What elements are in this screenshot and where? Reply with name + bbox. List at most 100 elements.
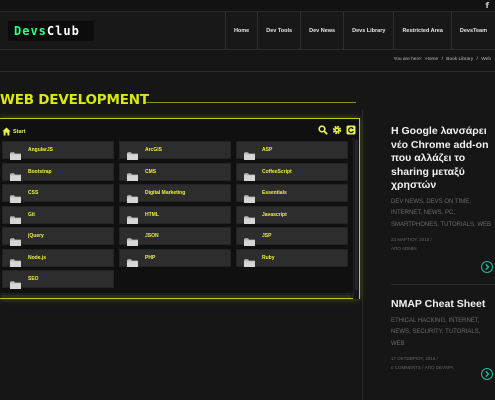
folder-item[interactable]: ASP — [236, 141, 348, 160]
post-author[interactable]: 0 COMMENTS / ΑΠΟ DEVSPA — [391, 365, 454, 370]
folder-label: HTML — [145, 211, 159, 218]
post-author[interactable]: ΑΠΟ ADMIN — [391, 246, 417, 251]
post-divider — [391, 284, 495, 285]
folder-icon — [10, 147, 21, 160]
horizontal-scroll-thumb[interactable] — [1, 295, 351, 298]
folder-label: ASP — [262, 147, 273, 153]
folder-label: JSON — [145, 233, 159, 239]
nav-item-restricted-area[interactable]: Restricted Area — [393, 12, 450, 50]
folder-item[interactable]: JSON — [119, 227, 231, 246]
folder-icon — [244, 254, 255, 267]
folder-icon — [244, 233, 255, 246]
folder-item[interactable]: JSP — [236, 227, 348, 246]
folder-item[interactable]: AngularJS — [2, 141, 114, 160]
folder-icon — [127, 168, 138, 181]
folder-label: Node.js — [28, 254, 47, 261]
logo-part-devs: Devs — [14, 24, 47, 38]
folder-label: Ruby — [262, 254, 275, 261]
folder-item[interactable]: Git — [2, 205, 114, 224]
folder-icon — [244, 211, 255, 224]
nav-item-dev-tools[interactable]: Dev Tools — [257, 12, 300, 50]
breadcrumb-separator: / — [476, 57, 478, 62]
folder-item[interactable]: Ruby — [236, 248, 348, 267]
recent-posts-sidebar: Η Google λανσάρει νέο Chrome add-on που … — [362, 110, 495, 400]
folder-item[interactable]: Essentials — [236, 184, 348, 203]
folder-item[interactable]: CMS — [119, 162, 231, 181]
start-label: Start — [13, 129, 26, 135]
folder-icon — [10, 211, 21, 224]
folder-item[interactable]: ArcGIS — [119, 141, 231, 160]
folder-item[interactable]: Bootstrap — [2, 162, 114, 181]
file-library-panel: Start AngularJS ArcGIS ASP Bootstrap CMS Coff… — [0, 118, 360, 299]
folder-label: CoffeeScript — [262, 168, 292, 175]
breadcrumb-bar: You are here: Home / Book Library / Web — [0, 50, 495, 72]
folder-icon — [244, 147, 255, 160]
read-more-button[interactable] — [481, 368, 493, 380]
post-title[interactable]: NMAP Cheat Sheet — [391, 298, 494, 312]
folder-label: ArcGIS — [145, 147, 162, 153]
folder-item[interactable]: CSS — [2, 184, 114, 203]
breadcrumb-item-home[interactable]: Home — [425, 57, 438, 62]
folder-item[interactable]: HTML — [119, 205, 231, 224]
folder-item[interactable]: SEO — [2, 270, 114, 289]
folder-label: Essentials — [262, 190, 287, 196]
folder-item[interactable]: Javascript — [236, 205, 348, 224]
nav-item-home[interactable]: Home — [224, 12, 257, 50]
folder-icon — [127, 254, 138, 267]
horizontal-scrollbar[interactable] — [0, 293, 353, 298]
folder-icon — [244, 190, 255, 203]
top-strip: f — [0, 0, 495, 12]
post-meta-separator: / — [436, 356, 438, 361]
vertical-scrollbar[interactable] — [353, 138, 359, 299]
library-toolbar: Start — [0, 119, 359, 138]
nav-item-devsteam[interactable]: DevsTeam — [450, 12, 495, 50]
post-meta: 17 ΟΚΤΩΒΡΙΟΥ, 2016 / 0 COMMENTS / ΑΠΟ DE… — [391, 354, 494, 372]
folder-label: jQuery — [28, 233, 44, 239]
post-item: Η Google λανσάρει νέο Chrome add-on που … — [391, 125, 494, 253]
folder-label: CMS — [145, 168, 157, 175]
site-logo[interactable]: DevsClub — [8, 21, 94, 41]
folder-label: Javascript — [262, 211, 287, 218]
vertical-scroll-thumb[interactable] — [355, 140, 358, 290]
post-categories[interactable]: ETHICAL HACKING, INTERNET, NEWS, SECURIT… — [391, 316, 494, 351]
folder-item[interactable]: PHP — [119, 248, 231, 267]
logo-part-club: Club — [46, 24, 80, 38]
breadcrumb-separator: / — [441, 57, 443, 62]
post-date: 23 ΜΑΡΤΙΟΥ, 2015 — [391, 237, 430, 242]
breadcrumb: You are here: Home / Book Library / Web — [391, 57, 491, 62]
folder-icon — [127, 211, 138, 224]
folder-icon — [10, 168, 21, 181]
post-categories[interactable]: DEV NEWS, DEVS ON TIME, INTERNET, NEWS, … — [391, 197, 494, 232]
folder-icon — [10, 254, 21, 267]
facebook-icon[interactable]: f — [486, 1, 489, 10]
library-folder-area: AngularJS ArcGIS ASP Bootstrap CMS CoffeeScri… — [0, 138, 353, 299]
post-date: 17 ΟΚΤΩΒΡΙΟΥ, 2016 — [391, 356, 436, 361]
breadcrumb-item-book-library[interactable]: Book Library — [446, 57, 473, 62]
folder-label: AngularJS — [28, 147, 54, 153]
post-meta-separator: / — [430, 237, 432, 242]
folder-label: SEO — [28, 276, 39, 282]
read-more-button[interactable] — [481, 261, 493, 273]
folder-label: PHP — [145, 254, 156, 261]
folder-label: Git — [28, 211, 35, 218]
folder-icon — [10, 276, 21, 289]
folder-label: Digital Marketing — [145, 190, 186, 196]
folder-label: CSS — [28, 190, 39, 196]
post-title[interactable]: Η Google λανσάρει νέο Chrome add-on που … — [391, 125, 494, 193]
nav-item-devs-library[interactable]: Devs Library — [343, 12, 393, 50]
site-header: DevsClub Home Dev Tools Dev News Devs Li… — [0, 12, 495, 50]
folder-icon — [10, 190, 21, 203]
folder-item[interactable]: CoffeeScript — [236, 162, 348, 181]
folder-icon — [127, 147, 138, 160]
title-divider — [146, 102, 356, 103]
folder-label: Bootstrap — [28, 168, 52, 175]
folder-icon — [244, 168, 255, 181]
folder-item[interactable]: jQuery — [2, 227, 114, 246]
folder-icon — [127, 190, 138, 203]
breadcrumb-item-web: Web — [481, 57, 491, 62]
folder-item[interactable]: Digital Marketing — [119, 184, 231, 203]
folder-item[interactable]: Node.js — [2, 248, 114, 267]
nav-item-dev-news[interactable]: Dev News — [300, 12, 343, 50]
page-title: WEB DEVELOPMENT — [0, 92, 149, 108]
folder-icon — [10, 233, 21, 246]
